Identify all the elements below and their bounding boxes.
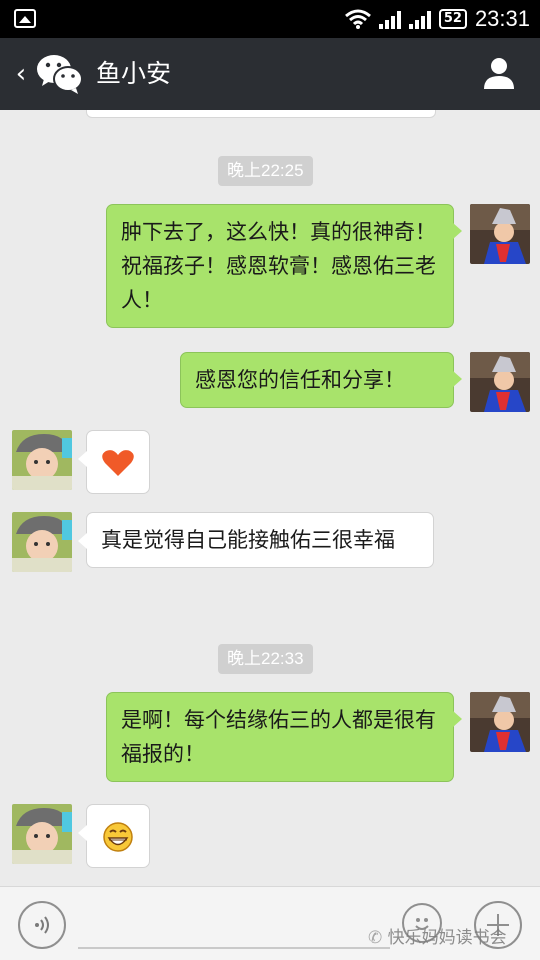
chat-title: 鱼小安	[96, 59, 172, 88]
incoming-message-bubble[interactable]: 真是觉得自己能接触佑三很幸福	[78, 512, 434, 568]
self-avatar[interactable]	[470, 204, 530, 264]
self-avatar[interactable]	[470, 692, 530, 752]
contact-avatar[interactable]	[12, 430, 72, 490]
message-timestamp: 晚上22:25	[218, 156, 313, 186]
signal-icon	[378, 9, 401, 29]
chevron-left-icon[interactable]: ‹	[10, 60, 32, 88]
message-text: 感恩您的信任和分享！	[195, 368, 405, 392]
contact-avatar[interactable]	[12, 512, 72, 572]
message-text: 肿下去了，这么快！真的很神奇！祝福孩子！感恩软膏！感恩佑三老人！	[121, 220, 436, 312]
status-bar: 52 23:31	[0, 0, 540, 38]
heart-emoji-icon	[102, 450, 134, 476]
voice-icon	[35, 916, 49, 934]
wifi-icon	[344, 9, 371, 29]
chat-header: ‹ 鱼小安	[0, 38, 540, 110]
contact-avatar[interactable]	[12, 804, 72, 864]
message-input[interactable]	[78, 901, 390, 949]
input-bar: ✆ 快乐妈妈读书会	[0, 886, 540, 960]
outgoing-message-bubble[interactable]: 是啊！每个结缘佑三的人都是很有福报的！	[106, 692, 462, 782]
message-timestamp: 晚上22:33	[218, 644, 313, 674]
chat-area[interactable]: 晚上22:25 肿下去了，这么快！真的很神奇！祝福孩子！感恩软膏！感恩佑三老人！…	[0, 110, 540, 886]
signal-icon	[408, 9, 431, 29]
grin-emoji-icon	[103, 822, 133, 852]
watermark: ✆ 快乐妈妈读书会	[368, 923, 507, 948]
status-icons: 52 23:31	[344, 0, 530, 38]
wechat-logo-icon	[37, 55, 83, 94]
message-text: 真是觉得自己能接触佑三很幸福	[101, 528, 395, 552]
watermark-logo-icon: ✆	[368, 928, 383, 948]
watermark-text: 快乐妈妈读书会	[387, 928, 507, 948]
clock: 23:31	[474, 6, 530, 31]
outgoing-message-bubble[interactable]: 感恩您的信任和分享！	[180, 352, 462, 408]
gallery-icon	[14, 9, 36, 28]
outgoing-message-bubble[interactable]: 肿下去了，这么快！真的很神奇！祝福孩子！感恩软膏！感恩佑三老人！	[106, 204, 462, 328]
incoming-message-bubble[interactable]	[78, 430, 150, 494]
self-avatar[interactable]	[470, 352, 530, 412]
battery-icon: 52	[438, 9, 467, 29]
voice-input-button[interactable]	[18, 901, 66, 949]
person-icon[interactable]	[482, 56, 516, 90]
message-text: 是啊！每个结缘佑三的人都是很有福报的！	[121, 708, 436, 766]
incoming-message-bubble[interactable]	[78, 804, 150, 868]
previous-message-bubble	[86, 110, 436, 118]
